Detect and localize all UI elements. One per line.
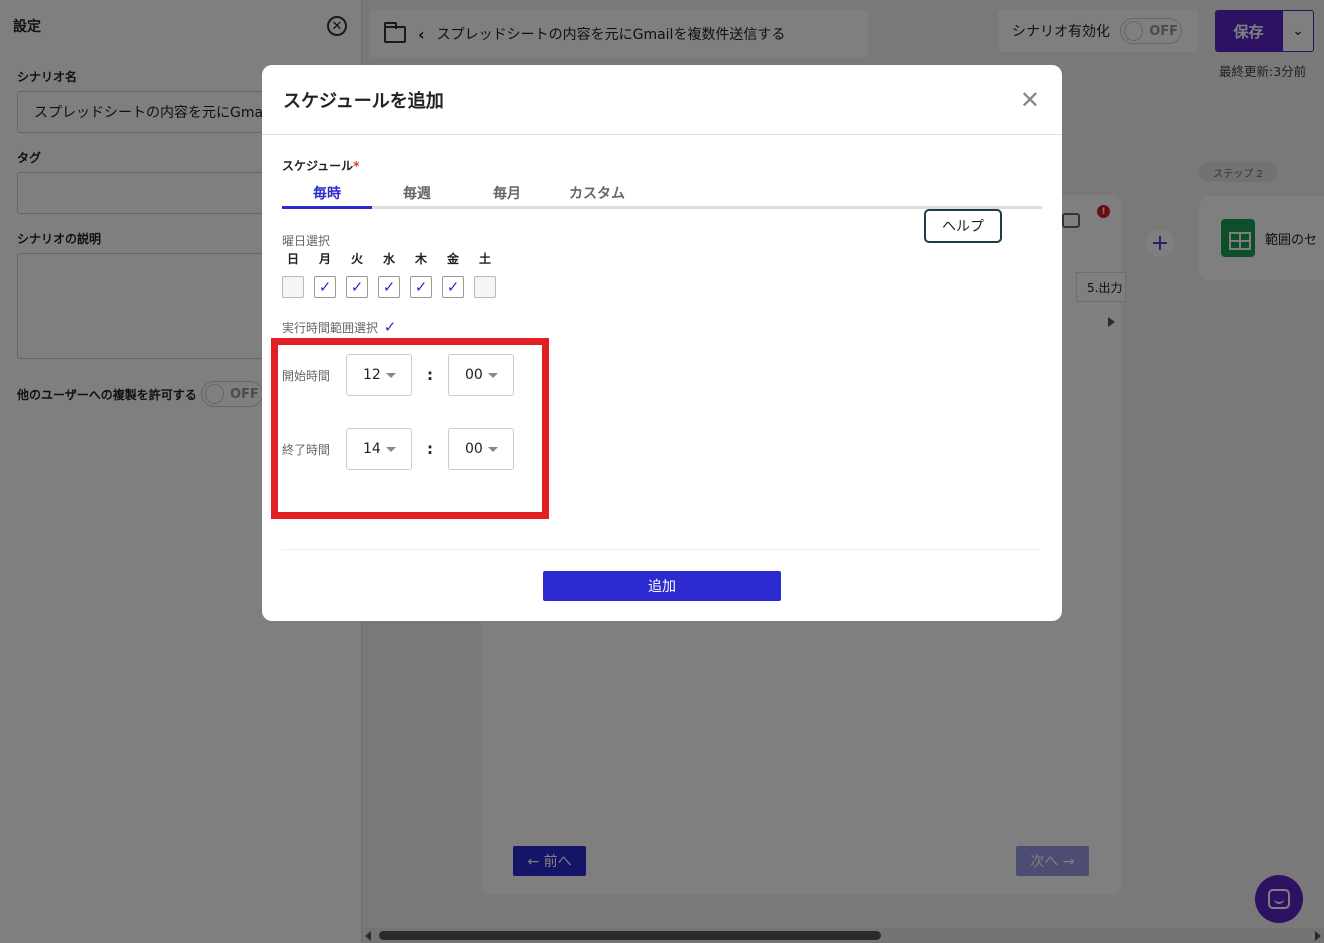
weekday-checkbox[interactable] [474, 276, 496, 298]
weekday-name: 火 [350, 252, 363, 266]
modal-title: スケジュールを追加 [283, 90, 444, 112]
schedule-label-text: スケジュール [282, 159, 354, 173]
weekday-name: 日 [286, 252, 299, 266]
weekday-checkbox[interactable]: ✓ [314, 276, 336, 298]
weekday-wed: 水 ✓ [378, 250, 400, 298]
weekday-sat: 土 [474, 250, 496, 298]
tab-weekly[interactable]: 毎週 [372, 178, 462, 206]
weekday-checkbox[interactable]: ✓ [346, 276, 368, 298]
weekday-tue: 火 ✓ [346, 250, 368, 298]
weekday-name: 月 [318, 252, 331, 266]
weekday-name: 土 [478, 252, 491, 266]
weekday-checkboxes: 日 月 ✓ 火 ✓ 水 ✓ 木 ✓ 金 ✓ 土 [282, 250, 496, 298]
weekday-checkbox[interactable]: ✓ [378, 276, 400, 298]
weekday-name: 水 [382, 252, 395, 266]
weekday-checkbox[interactable]: ✓ [410, 276, 432, 298]
weekday-thu: 木 ✓ [410, 250, 432, 298]
time-range-checkbox[interactable]: ✓ [380, 317, 400, 337]
add-schedule-modal: スケジュールを追加 ✕ スケジュール* 毎時 毎週 毎月 カスタム ヘルプ 曜日… [262, 65, 1062, 621]
help-button[interactable]: ヘルプ [924, 209, 1002, 243]
close-icon[interactable]: ✕ [1020, 88, 1040, 112]
required-mark: * [353, 159, 360, 173]
weekday-name: 木 [414, 252, 427, 266]
tab-custom[interactable]: カスタム [552, 178, 642, 206]
weekday-checkbox[interactable] [282, 276, 304, 298]
modal-header: スケジュールを追加 ✕ [262, 65, 1062, 135]
footer-divider [282, 549, 1042, 550]
weekday-mon: 月 ✓ [314, 250, 336, 298]
weekday-sun: 日 [282, 250, 304, 298]
weekday-fri: 金 ✓ [442, 250, 464, 298]
weekday-checkbox[interactable]: ✓ [442, 276, 464, 298]
add-button[interactable]: 追加 [543, 571, 781, 601]
weekday-select-label: 曜日選択 [282, 234, 331, 248]
tab-monthly[interactable]: 毎月 [462, 178, 552, 206]
schedule-label: スケジュール* [282, 157, 359, 174]
time-range-label: 実行時間範囲選択 [282, 320, 379, 335]
time-range-row: 実行時間範囲選択 ✓ [282, 317, 400, 337]
weekday-name: 金 [446, 252, 459, 266]
tab-hourly[interactable]: 毎時 [282, 178, 372, 209]
schedule-tabs: 毎時 毎週 毎月 カスタム [282, 178, 1042, 209]
highlight-box [271, 338, 549, 519]
